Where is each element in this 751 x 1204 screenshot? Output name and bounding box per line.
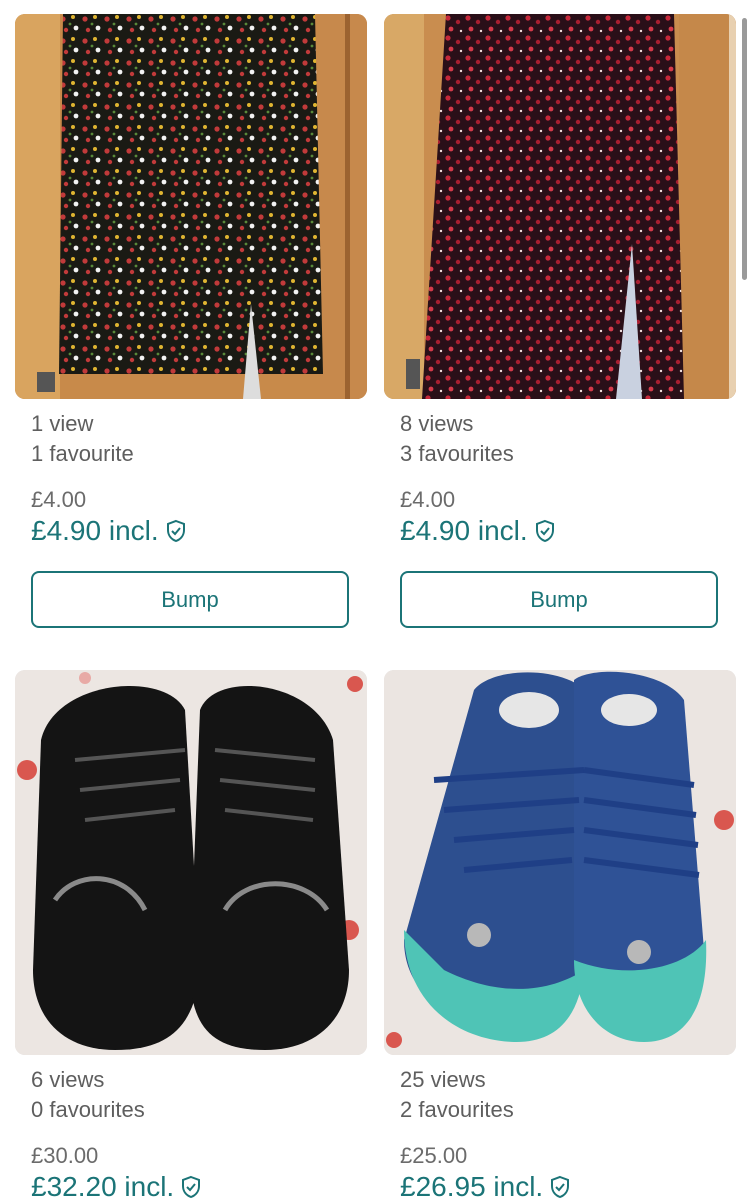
price-incl-text: £4.90 incl.: [400, 515, 528, 546]
scrollbar[interactable]: [742, 18, 747, 280]
favourite-count: 1 favourite: [31, 441, 134, 466]
favourite-count: 0 favourites: [31, 1097, 145, 1122]
listing-photo-floral-red-skirt[interactable]: [384, 14, 736, 399]
bump-button[interactable]: Bump: [31, 571, 349, 628]
price-incl-text: £26.95 incl.: [400, 1171, 544, 1202]
shield-check-icon[interactable]: [549, 1175, 571, 1199]
price-incl-protection[interactable]: £4.90 incl.: [31, 517, 187, 545]
price-incl-text: £4.90 incl.: [31, 515, 159, 546]
shield-check-icon[interactable]: [180, 1175, 202, 1199]
item-price: £4.00: [31, 487, 87, 512]
favourite-count: 3 favourites: [400, 441, 514, 466]
view-count: 1 view: [31, 411, 94, 436]
price-incl-protection[interactable]: £4.90 incl.: [400, 517, 556, 545]
price-incl-protection[interactable]: £26.95 incl.: [400, 1173, 571, 1201]
view-count: 6 views: [31, 1067, 105, 1092]
view-count: 25 views: [400, 1067, 486, 1092]
listing-photo-black-patent-shoes[interactable]: [15, 670, 367, 1055]
item-price: £30.00: [31, 1143, 99, 1168]
shield-check-icon[interactable]: [165, 519, 187, 543]
price-incl-protection[interactable]: £32.20 incl.: [31, 1173, 202, 1201]
favourite-count: 2 favourites: [400, 1097, 514, 1122]
view-count: 8 views: [400, 411, 474, 436]
listing-photo-floral-black-skirt[interactable]: [15, 14, 367, 399]
item-price: £25.00: [400, 1143, 468, 1168]
price-incl-text: £32.20 incl.: [31, 1171, 175, 1202]
item-price: £4.00: [400, 487, 456, 512]
shield-check-icon[interactable]: [534, 519, 556, 543]
bump-button[interactable]: Bump: [400, 571, 718, 628]
listing-photo-blue-glitter-sneakers[interactable]: [384, 670, 736, 1055]
